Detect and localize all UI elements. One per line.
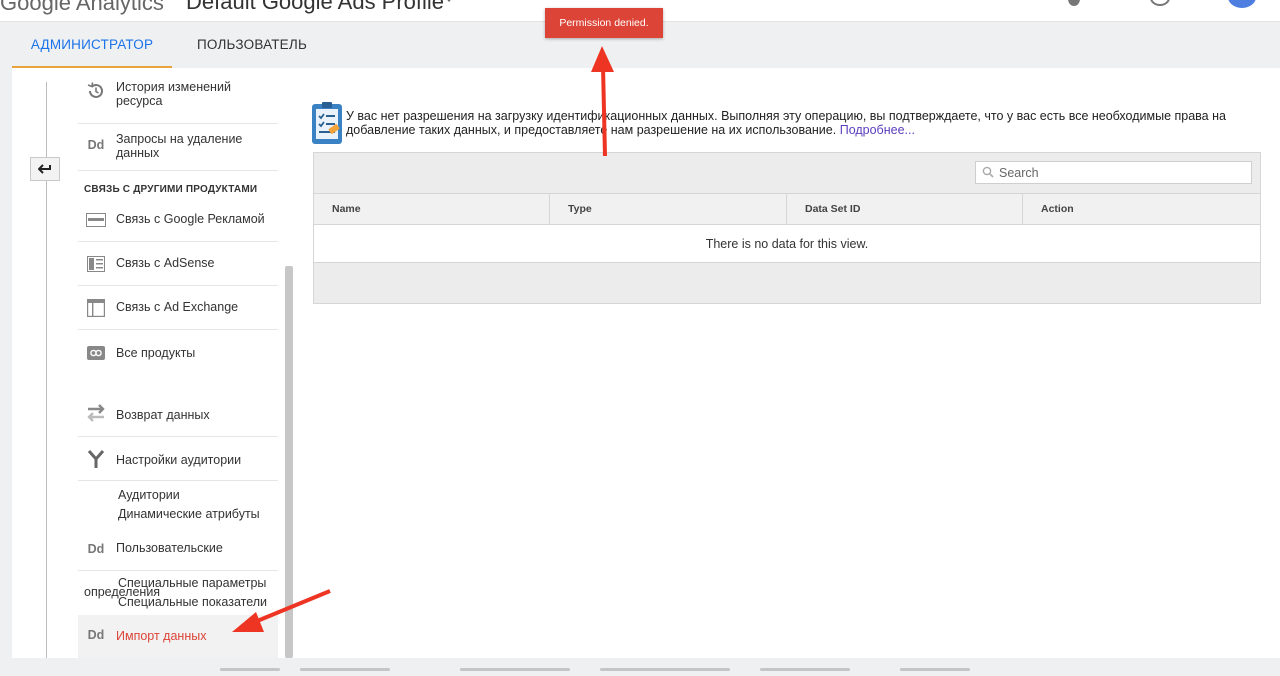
table-header: Name Type Data Set ID Action (314, 193, 1260, 225)
sidebar-item-label: История изменений ресурса (116, 80, 231, 108)
permission-notice: У вас нет разрешения на загрузку идентиф… (346, 109, 1246, 137)
section-title-product-linking: СВЯЗЬ С ДРУГИМИ ПРОДУКТАМИ (84, 184, 258, 195)
column-header-action[interactable]: Action (1023, 194, 1260, 224)
sidebar-scrollbar[interactable] (285, 266, 293, 658)
sidebar-item-google-ads-link[interactable]: Связь с Google Рекламой (78, 198, 278, 242)
sidebar-item-label: Связь с AdSense (116, 256, 215, 270)
learn-more-link[interactable]: Подробнее... (840, 123, 915, 137)
sidebar-item-label: Все продукты (116, 346, 196, 360)
dd-icon: Dd (87, 542, 105, 556)
notification-icon[interactable] (1068, 0, 1080, 6)
notice-message: У вас нет разрешения на загрузку идентиф… (346, 109, 1226, 137)
column-header-data-set-id[interactable]: Data Set ID (787, 194, 1023, 224)
search-input[interactable] (999, 164, 1247, 181)
chevron-down-icon[interactable] (444, 0, 454, 2)
fork-icon (86, 450, 106, 468)
tab-user[interactable]: ПОЛЬЗОВАТЕЛЬ (197, 23, 307, 68)
back-arrow-icon (38, 164, 51, 174)
sidebar-subitem-audiences[interactable]: Аудитории (118, 488, 180, 502)
property-selector[interactable]: Default Google Ads Profile (186, 0, 444, 15)
error-toast: Permission denied. (545, 8, 663, 38)
dd-icon: Dd (87, 138, 105, 152)
tab-administrator[interactable]: АДМИНИСТРАТОР (12, 23, 172, 68)
all-products-link-icon (86, 344, 106, 362)
column-header-type[interactable]: Type (550, 194, 787, 224)
sidebar-item-label: Пользовательские определения (116, 541, 223, 556)
back-button[interactable] (30, 157, 60, 181)
sidebar-item-adsense-link[interactable]: Связь с AdSense (78, 242, 278, 286)
sidebar-item-ad-exchange-link[interactable]: Связь с Ad Exchange (78, 286, 278, 330)
column-header-name[interactable]: Name (314, 194, 550, 224)
history-icon (86, 82, 106, 100)
postback-arrows-icon (86, 404, 106, 422)
dd-icon: Dd (87, 628, 105, 642)
data-sets-table: Name Type Data Set ID Action There is no… (313, 152, 1261, 304)
help-icon[interactable] (1150, 0, 1170, 6)
sidebar-item-data-deletion[interactable]: Dd Запросы на удаление данных (78, 124, 278, 171)
sidebar-item-postbacks[interactable]: Возврат данных (78, 392, 278, 437)
sidebar-item-custom-definitions[interactable]: Dd Пользовательские определения (78, 527, 278, 571)
clipboard-checklist-icon (312, 102, 342, 144)
sidebar-item-label: Импорт данных (116, 629, 207, 643)
sidebar-subitem-custom-metrics[interactable]: Специальные показатели (118, 595, 267, 609)
adsense-icon (86, 255, 106, 273)
sidebar-subitem-custom-dimensions[interactable]: Специальные параметры (118, 576, 266, 590)
sidebar-item-all-products[interactable]: Все продукты (78, 330, 278, 380)
sidebar-item-label: Возврат данных (116, 408, 210, 422)
sidebar-item-label: Настройки аудитории (116, 453, 242, 467)
avatar[interactable] (1228, 0, 1256, 8)
ads-link-icon (86, 211, 106, 229)
empty-table-message: There is no data for this view. (314, 225, 1260, 263)
search-icon (982, 166, 994, 178)
sidebar-item-label: Связь с Google Рекламой (116, 212, 265, 226)
search-field[interactable] (975, 161, 1252, 184)
sidebar-item-label: Запросы на удаление данных (116, 132, 243, 160)
app-brand: Google Analytics (0, 0, 164, 15)
sidebar-item-audience-settings[interactable]: Настройки аудитории (78, 437, 278, 481)
footer-blur (0, 668, 1280, 676)
sidebar-item-label: Связь с Ad Exchange (116, 300, 239, 314)
ad-exchange-icon (86, 299, 106, 317)
sidebar-item-data-import[interactable]: Dd Импорт данных (78, 615, 278, 658)
sidebar-subitem-dynamic-attributes[interactable]: Динамические атрибуты (118, 507, 260, 521)
sidebar-item-change-history[interactable]: История изменений ресурса (78, 72, 278, 124)
